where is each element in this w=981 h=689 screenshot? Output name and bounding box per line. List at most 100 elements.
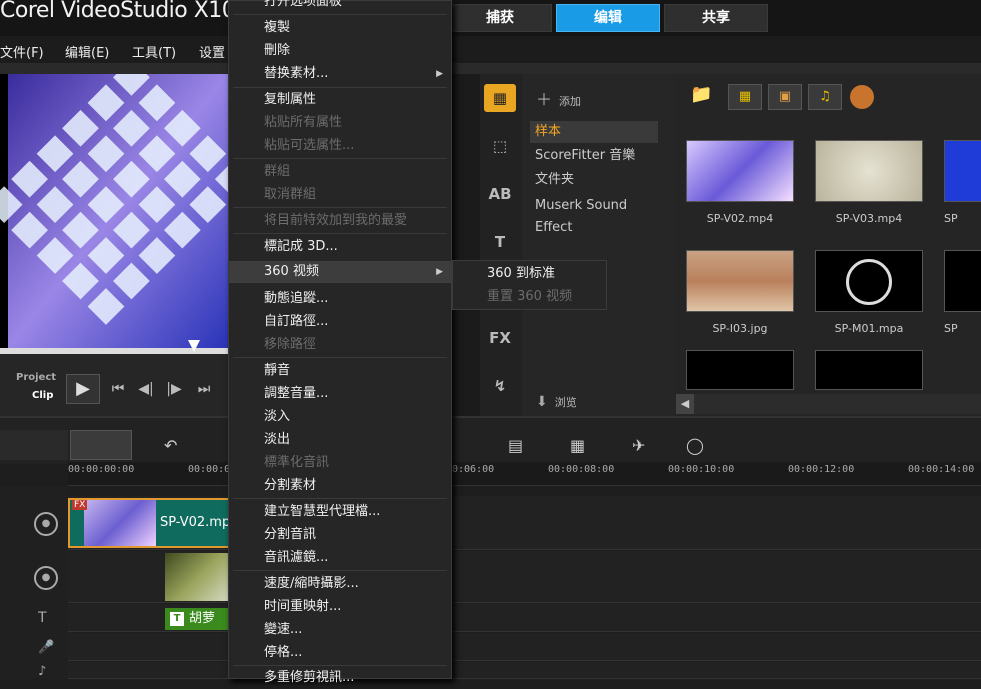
transition-icon[interactable]: ⬚ xyxy=(484,132,516,160)
end-button[interactable]: ⏭ xyxy=(190,376,218,402)
menu-item-open-options[interactable]: 打开选项面板 xyxy=(229,0,451,13)
play-button[interactable]: ▶ xyxy=(66,374,100,404)
menu-item-time-remapping[interactable]: 时间重映射... xyxy=(229,596,451,618)
scroll-left-icon[interactable]: ◀ xyxy=(676,394,694,414)
audio-disc-icon xyxy=(846,259,892,305)
thumb-sp-i03[interactable]: SP-I03.jpg xyxy=(676,250,794,350)
thumb-caption: SP xyxy=(944,212,958,225)
ruler-tick: 00:00:12:00 xyxy=(788,464,855,475)
menu-separator xyxy=(233,357,447,358)
media-icon[interactable]: ▦ xyxy=(484,84,516,112)
title-icon[interactable]: ▤ xyxy=(508,436,523,455)
menu-item-paste-selected-attributes: 粘贴可选属性... xyxy=(264,138,355,153)
folder-icon[interactable]: 📁 xyxy=(690,84,712,105)
submenu-arrow-icon: ▶ xyxy=(436,69,443,79)
menu-item-multi-trim[interactable]: 多重修剪視訊... xyxy=(229,667,451,689)
menu-item-fade-in[interactable]: 淡入 xyxy=(229,406,451,428)
thumb-sp-partial[interactable]: SP xyxy=(934,140,981,240)
music-track[interactable] xyxy=(68,662,981,679)
menu-item-freeze-frame[interactable]: 停格... xyxy=(229,642,451,664)
path-motion-icon[interactable]: ◯ xyxy=(686,436,704,455)
multi-view-icon[interactable]: ▦ xyxy=(570,436,585,455)
thumb-image xyxy=(944,140,981,202)
next-frame-button[interactable]: |▶ xyxy=(160,376,188,402)
thumb-sp-partial-2[interactable]: SP xyxy=(934,250,981,350)
menu-separator xyxy=(233,87,447,88)
show-photo-filter[interactable]: ▣ xyxy=(768,84,802,110)
submenu-360-video: 360 到标准 重置 360 视频 xyxy=(452,260,607,310)
menu-item-speed-timelapse[interactable]: 速度/縮時攝影... xyxy=(229,573,451,595)
sort-icon[interactable] xyxy=(850,85,874,109)
fx-icon[interactable]: FX xyxy=(484,324,516,352)
menu-item-mark-3d[interactable]: 標記成 3D... xyxy=(229,236,451,258)
menu-edit[interactable]: 编辑(E) xyxy=(65,42,109,61)
browse-button[interactable]: ⬇ 浏览 xyxy=(536,394,577,410)
context-menu: 打开选项面板 複製 刪除 替换素材... ▶ 复制属性 粘贴所有属性 粘贴可选属性… xyxy=(228,0,452,685)
menu-item-360-video[interactable]: 360 视频 ▶ xyxy=(229,261,451,283)
menu-file[interactable]: 文件(F) xyxy=(0,42,44,61)
thumb-sp-v03[interactable]: SP-V03.mp4 xyxy=(805,140,923,240)
browse-label: 浏览 xyxy=(554,396,577,409)
show-video-filter[interactable]: ▦ xyxy=(728,84,762,110)
library-item-sample[interactable]: 样本 xyxy=(530,121,658,143)
menu-item-reset-360-video: 重置 360 视频 xyxy=(487,289,573,304)
timeline-view-icon[interactable] xyxy=(70,430,132,460)
project-mode-label[interactable]: Project xyxy=(16,372,56,383)
menu-item-paste-all-attributes: 粘贴所有属性 xyxy=(264,115,343,130)
video-clip-label: SP-V02.mp xyxy=(160,515,231,530)
thumb-sp-m01[interactable]: SP-M01.mpa xyxy=(805,250,923,350)
menu-item-copy[interactable]: 複製 xyxy=(229,17,451,39)
menu-item-create-proxy[interactable]: 建立智慧型代理檔... xyxy=(229,501,451,523)
previous-frame-button[interactable]: ◀| xyxy=(132,376,160,402)
menu-item-mute[interactable]: 靜音 xyxy=(229,360,451,382)
add-folder-button[interactable]: ＋ 添加 xyxy=(536,86,581,110)
tab-share[interactable]: 共享 xyxy=(664,4,768,32)
clip-mode-label[interactable]: Clip xyxy=(32,390,53,401)
menu-settings[interactable]: 设置 xyxy=(199,42,225,61)
path-icon[interactable]: ↯ xyxy=(484,372,516,400)
tab-capture[interactable]: 捕获 xyxy=(448,4,552,32)
menu-separator xyxy=(233,665,447,666)
library-item-scorefitter[interactable]: ScoreFitter 音樂 xyxy=(530,145,658,167)
menu-item-delete[interactable]: 刪除 xyxy=(229,40,451,62)
show-audio-filter[interactable]: ♫ xyxy=(808,84,842,110)
menu-separator xyxy=(233,158,447,159)
menu-item-custom-path[interactable]: 自訂路徑... xyxy=(229,311,451,333)
thumb-caption: SP-V02.mp4 xyxy=(706,212,774,225)
ruler-tick: 0:06:00 xyxy=(452,464,495,475)
menu-item-copy-attributes[interactable]: 复制属性 xyxy=(229,89,451,111)
menu-item-label: 360 视频 xyxy=(264,264,319,279)
menu-item-audio-filter[interactable]: 音訊濾鏡... xyxy=(229,547,451,569)
menu-item-variable-speed[interactable]: 變速... xyxy=(229,619,451,641)
menu-item-motion-tracking[interactable]: 動態追蹤... xyxy=(229,288,451,310)
home-button[interactable]: ⏮ xyxy=(104,376,132,402)
menu-item-fade-out[interactable]: 淡出 xyxy=(229,429,451,451)
voice-track-icon: 🎤 xyxy=(38,640,55,655)
voice-track[interactable] xyxy=(68,633,981,661)
motion-icon[interactable]: ✈ xyxy=(632,436,645,455)
text-icon[interactable]: T xyxy=(484,228,516,256)
tab-edit[interactable]: 编辑 xyxy=(556,4,660,32)
thumb-caption: SP-V03.mp4 xyxy=(835,212,903,225)
library-item-muserk[interactable]: Muserk Sound Effect xyxy=(530,195,658,235)
menu-item-add-effect-favorite: 将目前特效加到我的最愛 xyxy=(264,213,408,228)
thumb-image xyxy=(944,250,981,312)
plus-icon: ＋ xyxy=(536,90,553,109)
overlay-clip[interactable] xyxy=(165,553,232,601)
storyboard-view-icon[interactable] xyxy=(0,430,68,460)
undo-icon[interactable]: ↶ xyxy=(164,436,177,455)
menu-item-ungroup: 取消群組 xyxy=(264,187,317,202)
menu-item-adjust-volume[interactable]: 調整音量... xyxy=(229,383,451,405)
thumb-audio-3[interactable] xyxy=(686,350,794,390)
menu-item-360-to-standard[interactable]: 360 到标准 xyxy=(453,263,606,285)
library-item-folder[interactable]: 文件夹 xyxy=(530,169,658,191)
thumbnail-scrollbar[interactable] xyxy=(676,394,981,414)
thumb-audio-4[interactable] xyxy=(815,350,923,390)
ruler-tick: 00:00:10:00 xyxy=(668,464,735,475)
menu-item-replace-clip[interactable]: 替换素材... ▶ xyxy=(229,63,451,85)
menu-item-split-audio[interactable]: 分割音訊 xyxy=(229,524,451,546)
menu-item-split-clip[interactable]: 分割素材 xyxy=(229,475,451,497)
thumb-sp-v02[interactable]: SP-V02.mp4 xyxy=(676,140,794,240)
menu-tools[interactable]: 工具(T) xyxy=(132,42,176,61)
title-ab-icon[interactable]: AB xyxy=(484,180,516,208)
